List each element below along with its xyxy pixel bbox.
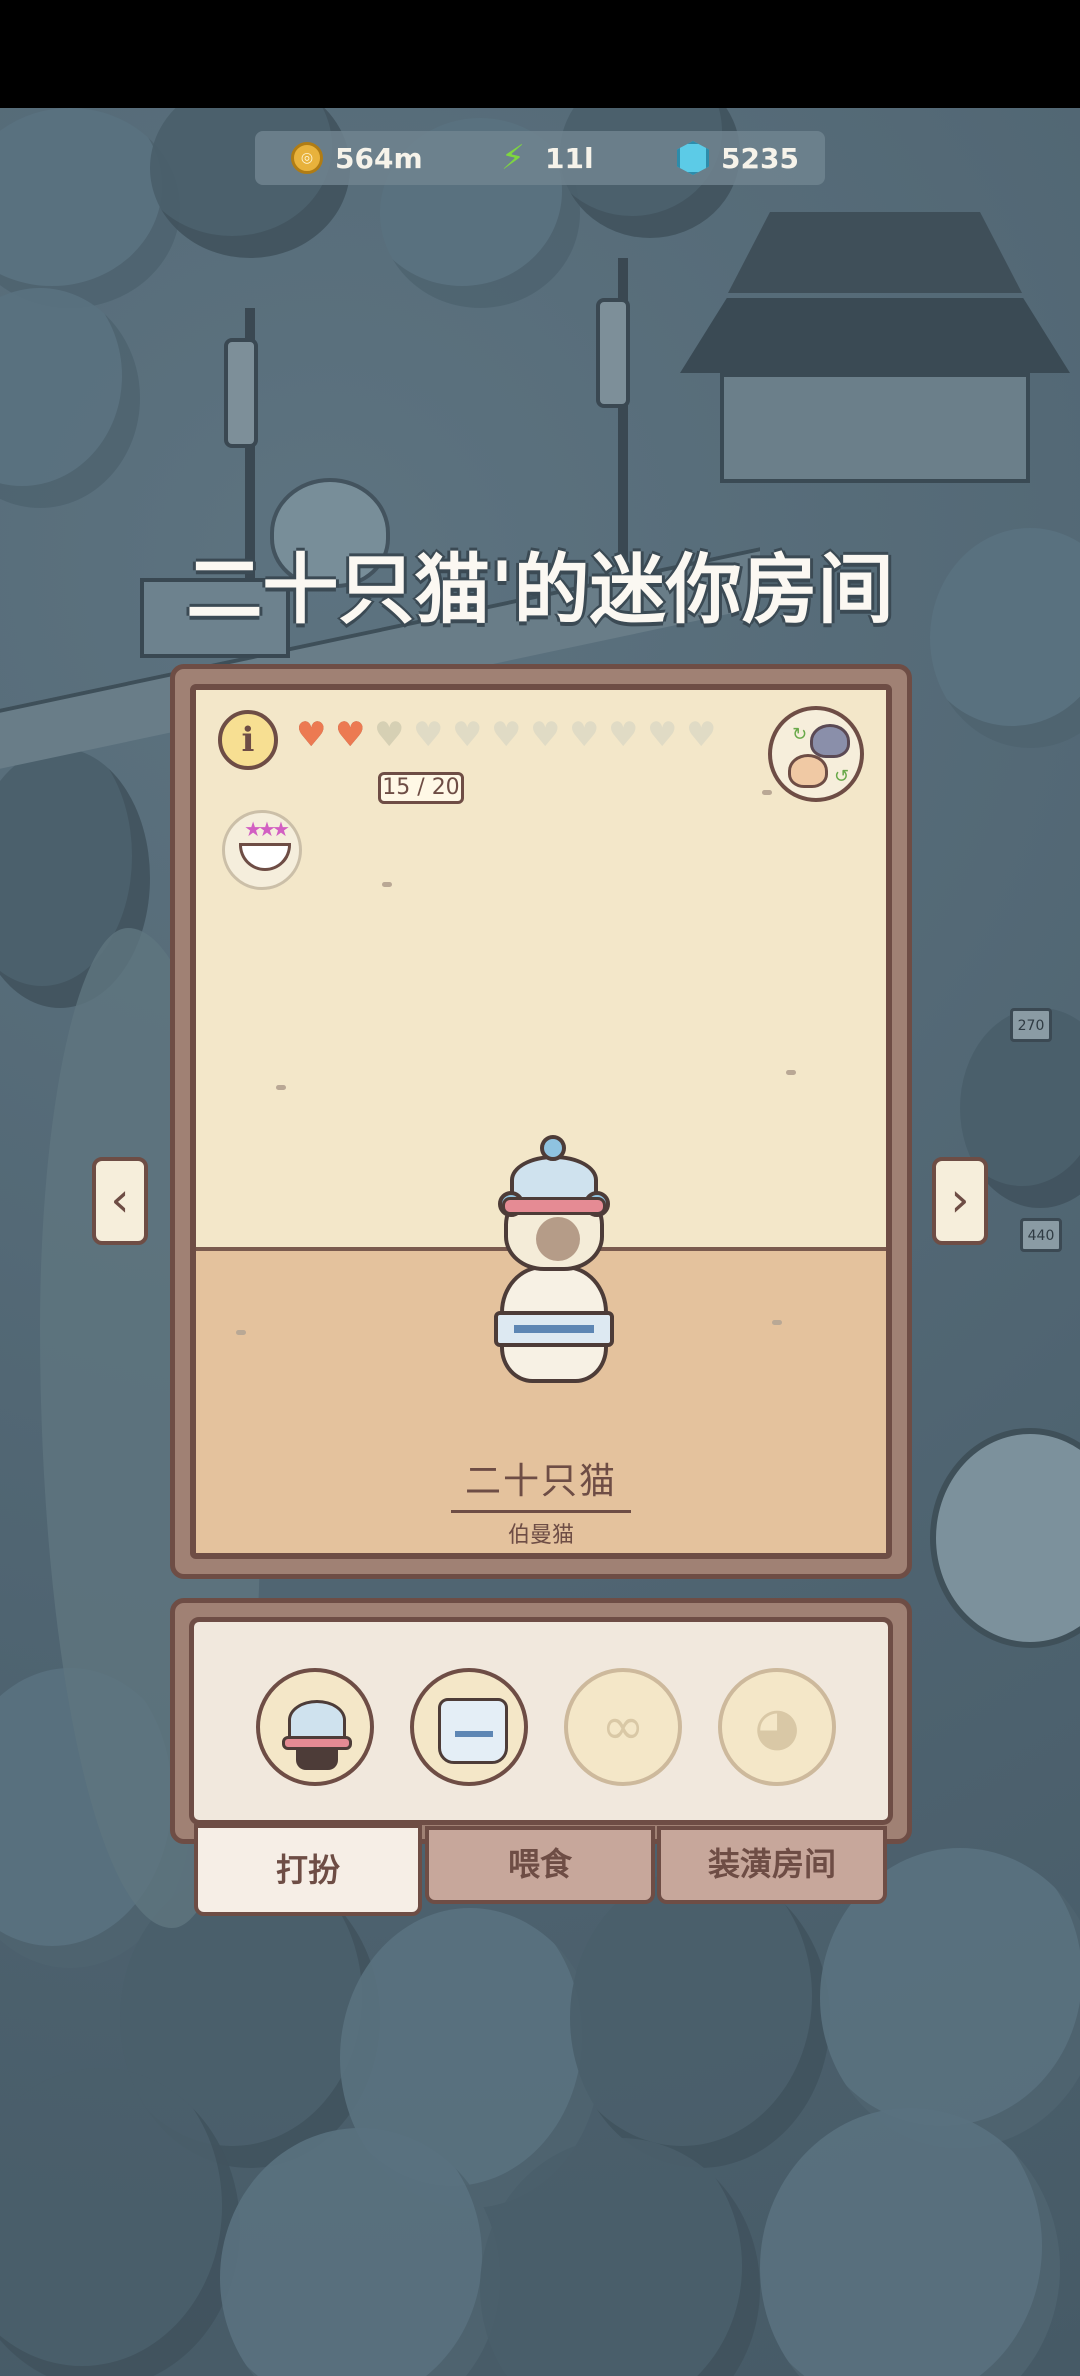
wall-speck [762,790,772,795]
cat-nameplate: 二十只猫 伯曼猫 [196,1452,886,1549]
energy-counter[interactable]: ⚡ 11l [501,131,594,185]
glasses-slot[interactable]: ∞ [564,1668,682,1786]
heart-icon: ♥ [530,715,561,755]
heart-icon: ♥ [296,715,327,755]
gem-amount: 5235 [721,141,799,175]
gem-icon [677,141,709,175]
hat-item [494,1135,614,1235]
heart-icon: ♥ [608,715,639,755]
coin-icon: ◎ [291,142,323,174]
cat-name: 二十只猫 [450,1452,631,1513]
cat-character[interactable] [494,1135,614,1385]
tree [0,108,180,308]
cat-breed: 伯曼猫 [507,1523,574,1548]
lightning-icon: ⚡ [501,138,525,178]
previous-cat-button[interactable]: ‹ [92,1157,148,1245]
glasses-icon: ∞ [601,1697,645,1757]
floor-speck [236,1330,246,1335]
heart-icon: ♥ [374,715,405,755]
tab-dressup[interactable]: 打扮 [194,1824,422,1916]
floor-speck [772,1320,782,1325]
heart-icon: ♥ [491,715,522,755]
heart-icon: ♥ [569,715,600,755]
next-cat-button[interactable]: › [932,1157,988,1245]
energy-amount: 11l [545,141,594,175]
tab-feed[interactable]: 喂食 [425,1826,655,1904]
currency-bar: ◎ 564m ⚡ 11l 5235 [255,131,825,185]
tab-decorate-room[interactable]: 装潢房间 [657,1826,887,1904]
pond [930,1428,1080,1648]
pet-slot[interactable]: ◕ [718,1668,836,1786]
gem-counter[interactable]: 5235 [677,131,799,185]
heart-icon: ♥ [686,715,717,755]
cat-face-icon [788,754,828,788]
tree [760,2108,1060,2376]
wall-speck [382,882,392,887]
price-sign: 270 [1010,1008,1052,1042]
outfit-icon [438,1698,508,1764]
hat-icon [282,1690,352,1770]
price-sign: 440 [1020,1218,1062,1252]
room-title: 二十只猫'的迷你房间 [186,545,894,634]
swap-arrow-icon: ↺ [834,766,850,787]
hat-slot[interactable] [256,1668,374,1786]
heart-icon: ♥ [335,715,366,755]
wall-speck [786,1070,796,1075]
lantern-icon [596,298,630,408]
room-frame: i ♥♥♥♥♥♥♥♥♥♥♥ 15 / 20 ↻ ↺ ★★★ [170,664,912,1579]
affection-count: 15 / 20 [378,772,464,804]
affection-hearts: ♥ ♥ ♥ ♥ ♥ ♥ ♥ ♥ ♥ ♥ ♥ [296,718,720,752]
swap-arrow-icon: ↻ [792,724,808,745]
info-button[interactable]: i [218,710,278,770]
status-bar [0,0,1080,108]
tree [570,1868,830,2168]
heart-icon: ♥ [413,715,444,755]
switch-cat-button[interactable]: ↻ ↺ [768,706,864,802]
coin-amount: 564m [335,141,423,175]
dressup-panel: ∞ ◕ [170,1598,912,1844]
wall-speck [276,1085,286,1090]
cat-face-icon [810,724,850,758]
pagoda-building [680,203,1070,483]
heart-icon: ♥ [452,715,483,755]
coin-counter[interactable]: ◎ 564m [291,131,423,185]
lantern-icon [224,338,258,448]
heart-icon: ♥ [647,715,678,755]
star-icon: ★★★ [244,817,290,841]
cat-face-icon: ◕ [754,1697,800,1757]
outfit-slot[interactable] [410,1668,528,1786]
food-bowl-button[interactable]: ★★★ [222,810,302,890]
room-view: i ♥♥♥♥♥♥♥♥♥♥♥ 15 / 20 ↻ ↺ ★★★ [190,684,892,1559]
bowl-icon [239,843,291,871]
tree [0,288,140,508]
